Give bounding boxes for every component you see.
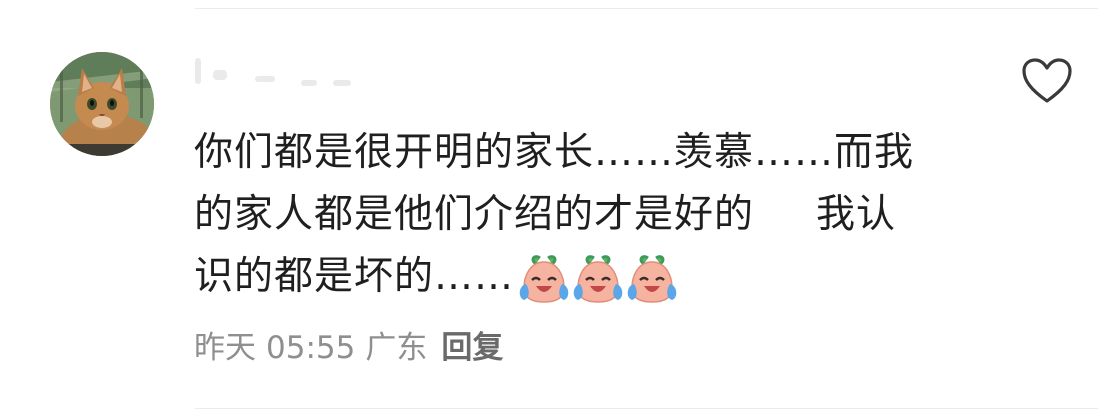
emoji-group — [518, 248, 680, 310]
comment-line-part: 识的都是坏的…… — [194, 254, 515, 299]
heart-icon[interactable] — [1020, 56, 1074, 108]
crying-laughing-emoji-icon — [573, 255, 623, 303]
obscured-name-fragment — [213, 70, 227, 80]
comment-meta: 昨天 05:55 广东 回复 — [194, 322, 513, 367]
comment-text: 你们都是很开明的家长……羡慕……而我 的家人都是他们介绍的才是好的 我认 识的都是… — [194, 122, 994, 310]
cat-avatar-image — [50, 52, 154, 156]
crying-laughing-emoji-icon — [519, 255, 569, 303]
comment-location: 广东 — [365, 330, 428, 366]
obscured-name-fragment — [255, 76, 275, 82]
top-divider — [195, 8, 1098, 9]
comment-line-part: 的家人都是他们介绍的才是好的 — [194, 192, 755, 237]
comment-line: 的家人都是他们介绍的才是好的 我认 — [194, 184, 994, 246]
comment-date: 昨天 — [194, 330, 256, 366]
comment-time: 05:55 — [266, 330, 356, 366]
avatar[interactable] — [50, 52, 154, 156]
bottom-divider — [195, 408, 1098, 409]
obscured-name-fragment — [301, 80, 317, 86]
username-obscured[interactable] — [193, 50, 363, 96]
obscured-name-fragment — [333, 80, 351, 86]
reply-button[interactable]: 回复 — [441, 330, 503, 366]
crying-laughing-emoji-icon — [627, 255, 677, 303]
comment-line: 你们都是很开明的家长……羡慕……而我 — [194, 130, 915, 175]
comment-line: 识的都是坏的…… — [194, 246, 994, 310]
comment-line-part: 我认 — [816, 192, 897, 237]
obscured-name-fragment — [195, 58, 201, 84]
